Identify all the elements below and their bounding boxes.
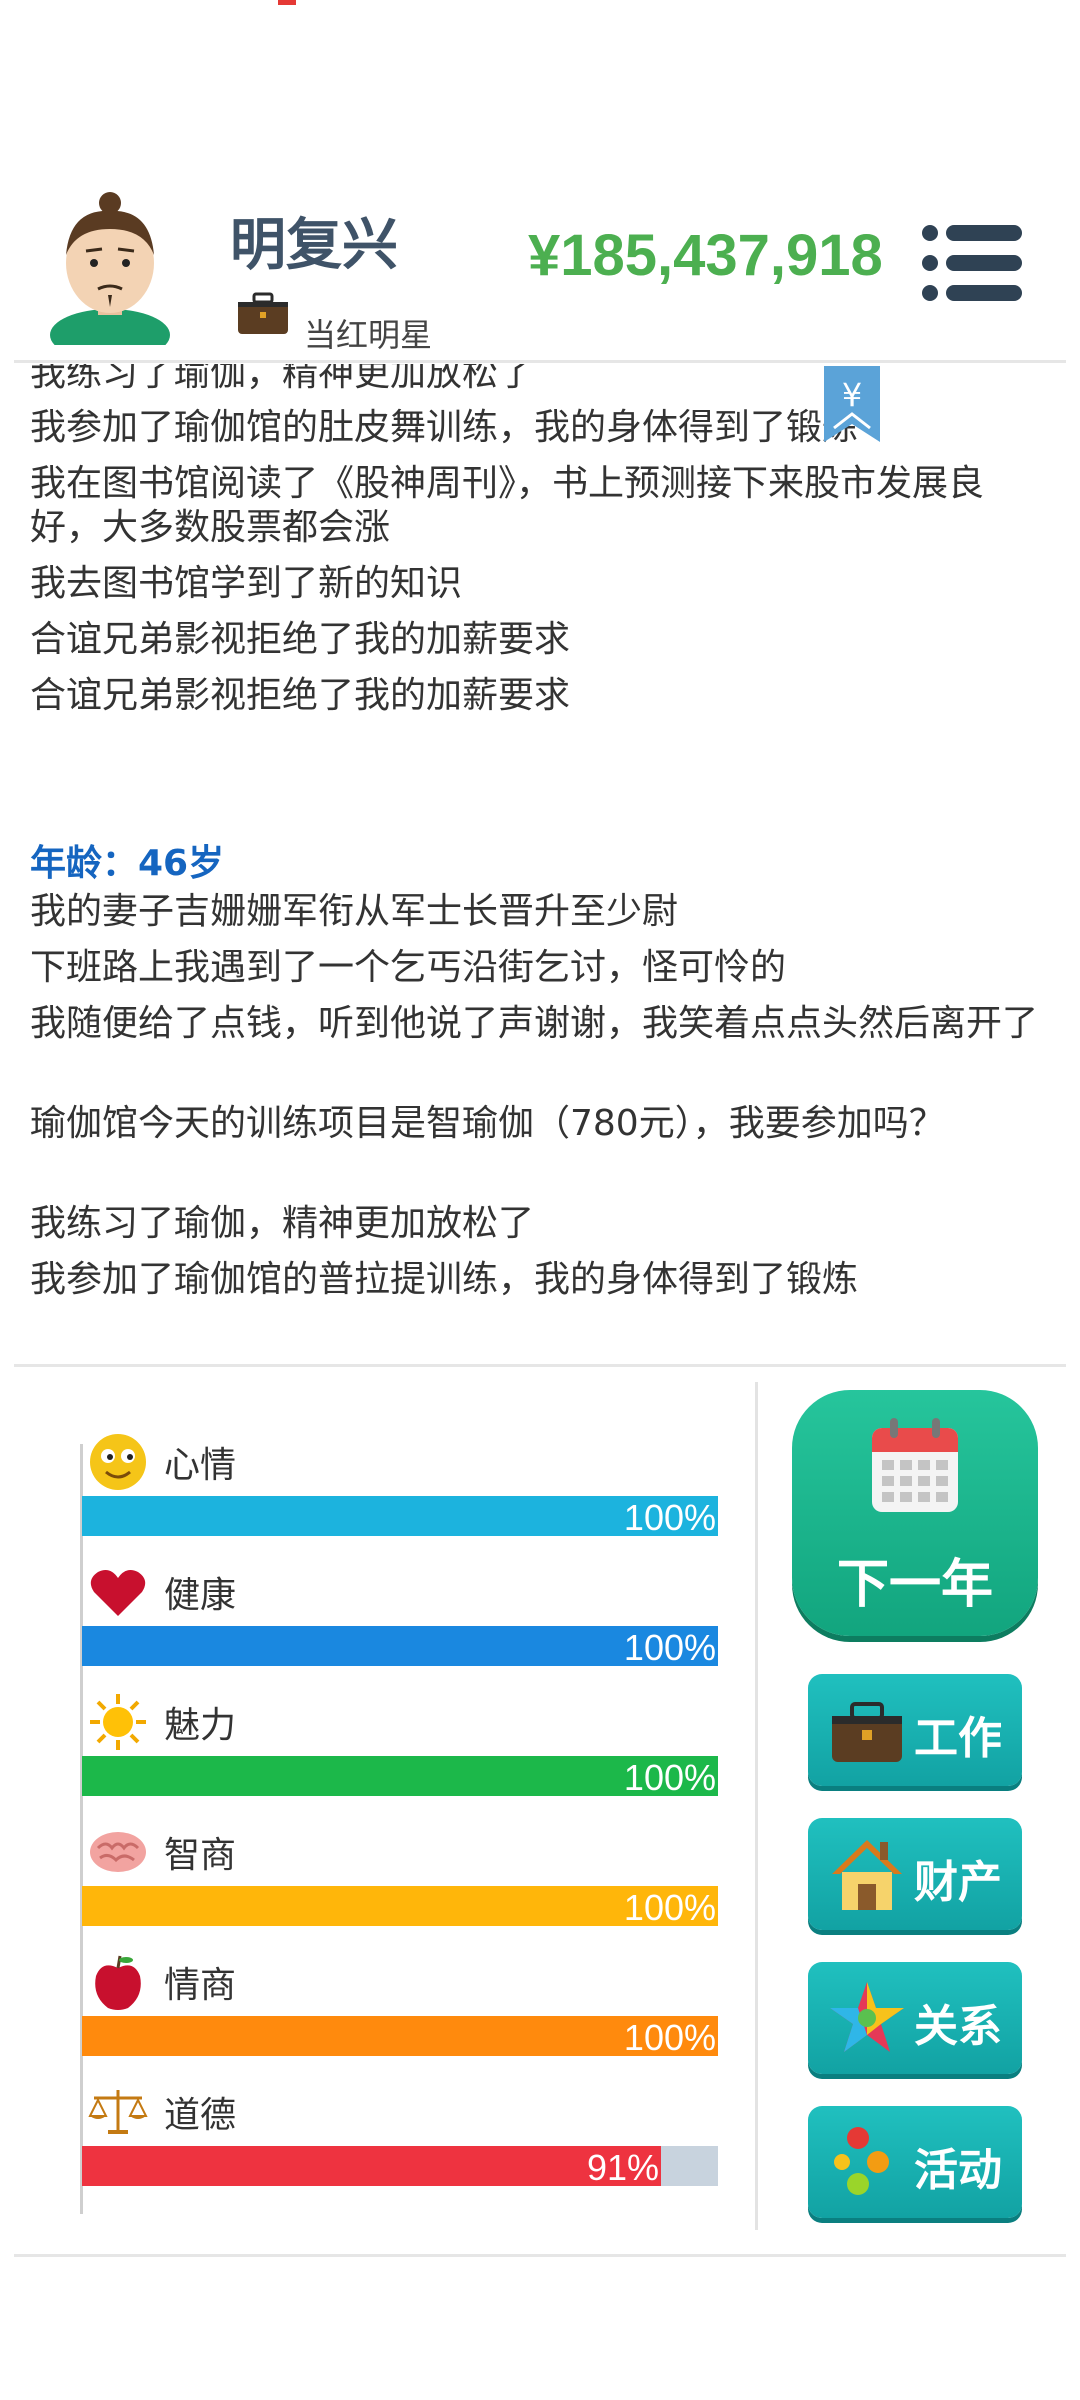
money-bookmark-icon[interactable]: ¥ <box>824 366 880 442</box>
age-header: 年龄：46岁 <box>30 843 225 884</box>
log-entry: 我在图书馆阅读了《股神周刊》，书上预测接下来股市发展良好，大多数股票都会涨 <box>30 463 985 548</box>
log-divider <box>14 1364 1066 1367</box>
log-entry: 我随便给了点钱，听到他说了声谢谢，我笑着点点头然后离开了 <box>30 1003 1039 1044</box>
stat-bar-fill <box>82 1756 718 1796</box>
calendar-icon <box>872 1418 958 1512</box>
stat-percent: 91% <box>586 2147 659 2188</box>
event-log[interactable]: 我练习了瑜伽，精神更加放松了 我参加了瑜伽馆的肚皮舞训练，我的身体得到了锻炼 我… <box>0 364 1080 1354</box>
stat-bar-eq: 100% <box>82 2016 718 2058</box>
log-entry: 合谊兄弟影视拒绝了我的加薪要求 <box>30 675 571 716</box>
bookmark-symbol: ¥ <box>842 376 862 414</box>
brain-icon <box>90 1832 146 1872</box>
activities-icon <box>834 2127 889 2195</box>
stat-bar-iq: 100% <box>82 1886 718 1928</box>
stat-bar-fill <box>82 1626 718 1666</box>
assets-label: 财产 <box>914 1857 1002 1908</box>
stat-bar-health: 100% <box>82 1626 718 1668</box>
scales-icon <box>88 2090 148 2134</box>
stat-bar-fill <box>82 1496 718 1536</box>
log-entry: 下班路上我遇到了一个乞丐沿街乞讨，怪可怜的 <box>30 947 787 988</box>
stat-bar-fill <box>82 1886 718 1926</box>
assets-button[interactable]: 财产 <box>808 1818 1022 1930</box>
relations-button[interactable]: 关系 <box>808 1962 1022 2074</box>
log-entry: 合谊兄弟影视拒绝了我的加薪要求 <box>30 619 571 660</box>
job-title: 当红明星 <box>304 316 433 354</box>
house-icon <box>832 1840 902 1910</box>
work-label: 工作 <box>914 1713 1002 1764</box>
log-entry: 我参加了瑜伽馆的普拉提训练，我的身体得到了锻炼 <box>30 1259 859 1300</box>
stats-axis <box>80 1444 83 2214</box>
log-entry: 我练习了瑜伽，精神更加放松了 <box>30 364 535 394</box>
stat-bar-charm: 100% <box>82 1756 718 1798</box>
log-entry: 我练习了瑜伽，精神更加放松了 <box>30 1203 535 1244</box>
briefcase-icon <box>238 292 288 334</box>
stat-label-mood: 心情 <box>164 1445 237 1486</box>
relations-label: 关系 <box>914 2001 1002 2052</box>
next-year-label: 下一年 <box>836 1555 993 1615</box>
menu-icon[interactable] <box>920 222 1024 304</box>
stat-label-charm: 魅力 <box>164 1705 237 1746</box>
panel-separator <box>755 1382 758 2230</box>
log-entry: 我的妻子吉姗姗军衔从军士长晋升至少尉 <box>30 891 679 932</box>
status-marker <box>278 0 296 5</box>
smiley-icon <box>90 1434 146 1490</box>
work-button[interactable]: 工作 <box>808 1674 1022 1786</box>
stat-bar-fill <box>82 2146 661 2186</box>
stat-percent: 100% <box>623 1757 716 1798</box>
stat-percent: 100% <box>623 1887 716 1928</box>
stat-label-health: 健康 <box>164 1575 237 1616</box>
header-divider <box>14 360 1066 363</box>
log-entry: 我去图书馆学到了新的知识 <box>30 563 463 604</box>
profile-header: 明复兴 当红明星 ¥185,437,918 <box>0 160 1080 360</box>
activities-label: 活动 <box>914 2145 1002 2196</box>
stat-bar-morality: 91% <box>82 2146 718 2188</box>
avatar[interactable] <box>40 185 180 345</box>
log-entry: 我参加了瑜伽馆的肚皮舞训练，我的身体得到了锻炼 <box>30 407 859 448</box>
stat-bar-mood: 100% <box>82 1496 718 1538</box>
log-entry: 瑜伽馆今天的训练项目是智瑜伽（780元），我要参加吗？ <box>30 1103 945 1144</box>
apple-icon <box>95 1955 141 2010</box>
stat-label-iq: 智商 <box>164 1835 237 1876</box>
stat-percent: 100% <box>623 1497 716 1538</box>
stat-percent: 100% <box>623 2017 716 2058</box>
briefcase-icon <box>832 1702 902 1762</box>
sun-icon <box>90 1694 146 1750</box>
activities-button[interactable]: 活动 <box>808 2106 1022 2218</box>
player-name: 明复兴 <box>230 213 398 278</box>
stat-label-eq: 情商 <box>164 1965 237 2006</box>
star-icon <box>830 1982 904 2052</box>
next-year-button[interactable]: 下一年 <box>792 1390 1038 1636</box>
money-balance: ¥185,437,918 <box>528 223 883 288</box>
bottom-divider <box>14 2254 1066 2257</box>
stat-label-morality: 道德 <box>164 2095 237 2136</box>
stat-percent: 100% <box>623 1627 716 1668</box>
heart-icon <box>90 1570 146 1616</box>
stat-bar-fill <box>82 2016 718 2056</box>
